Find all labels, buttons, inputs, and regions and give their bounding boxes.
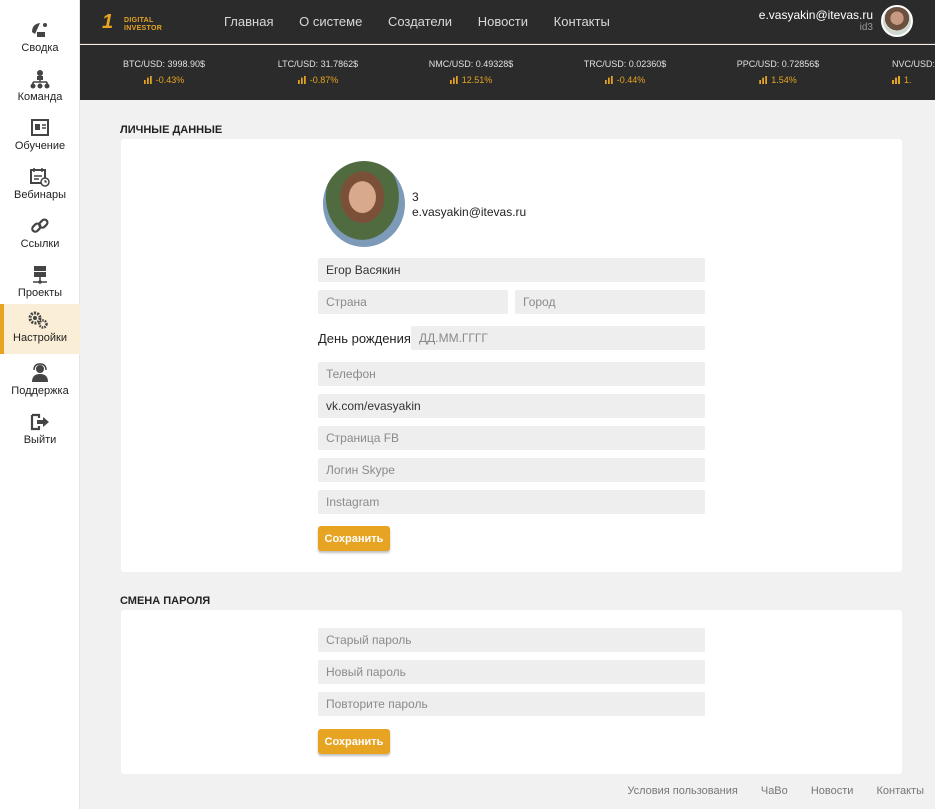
sidebar-item-label: Выйти [23, 434, 57, 446]
ticker-item: LTC/USD: 31.7862$ -0.87% [258, 59, 378, 85]
save-password-button[interactable]: Сохранить [318, 729, 390, 754]
old-password-field[interactable] [318, 628, 705, 652]
logo[interactable]: 1 DIGITAL INVESTOR [102, 11, 172, 37]
ticker-item: NMC/USD: 0.49328$ 12.51% [411, 59, 531, 85]
sidebar-item-label: Обучение [14, 140, 66, 152]
nav-home[interactable]: Главная [224, 14, 273, 29]
birthday-field[interactable] [411, 326, 705, 350]
user-email[interactable]: e.vasyakin@itevas.ru [759, 8, 873, 22]
sidebar-item-label: Сводка [21, 42, 59, 54]
ticker-change: 1.54% [718, 75, 838, 85]
nav-contacts[interactable]: Контакты [554, 14, 610, 29]
ticker-pair: LTC/USD: 31.7862$ [277, 59, 359, 69]
currency-ticker: BTC/USD: 3998.90$ -0.43% LTC/USD: 31.786… [80, 45, 935, 100]
sidebar-item-label: Настройки [13, 332, 67, 344]
support-agent-icon [32, 363, 48, 382]
ticker-change: -0.87% [258, 75, 378, 85]
bar-chart-icon [143, 76, 152, 84]
facebook-field[interactable] [318, 426, 705, 450]
ticker-item: PPC/USD: 0.72856$ 1.54% [718, 59, 838, 85]
ticker-pair: NMC/USD: 0.49328$ [428, 59, 514, 69]
sidebar-item-support[interactable]: Поддержка [0, 357, 80, 405]
skype-field[interactable] [318, 458, 705, 482]
ticker-pair: BTC/USD: 3998.90$ [122, 59, 206, 69]
profile-id: 3 [412, 190, 419, 204]
vk-field[interactable] [318, 394, 705, 418]
sidebar-item-label: Поддержка [11, 385, 69, 397]
user-id: id3 [859, 22, 873, 33]
logo-mark-icon: 1 [102, 11, 114, 33]
ticker-pair: NVC/USD: 4 [892, 59, 935, 69]
top-header: 1 DIGITAL INVESTOR Главная О системе Соз… [80, 0, 935, 44]
sidebar-item-projects[interactable]: Проекты [0, 259, 80, 307]
country-field[interactable] [318, 290, 508, 314]
logo-text-line1: DIGITAL [124, 17, 154, 24]
nav-news[interactable]: Новости [478, 14, 528, 29]
ticker-pair: PPC/USD: 0.72856$ [736, 59, 820, 69]
bar-chart-icon [892, 76, 900, 84]
footer-contacts-link[interactable]: Контакты [876, 785, 924, 797]
footer-terms-link[interactable]: Условия пользования [627, 785, 737, 797]
logout-icon [30, 413, 49, 431]
ticker-pair: TRC/USD: 0.02360$ [583, 59, 667, 69]
satellite-dish-icon [32, 23, 47, 37]
sidebar-item-label: Проекты [17, 287, 63, 299]
network-server-icon [33, 266, 47, 284]
footer-faq-link[interactable]: ЧаВо [761, 785, 788, 797]
sidebar-item-team[interactable]: Команда [0, 63, 80, 111]
sidebar-item-summary[interactable]: Сводка [0, 14, 80, 62]
footer-links: Условия пользования ЧаВо Новости Контакт… [607, 785, 924, 797]
section-title-personal: ЛИЧНЫЕ ДАННЫЕ [120, 124, 223, 136]
sidebar-item-webinars[interactable]: Вебинары [0, 161, 80, 209]
ticker-item: BTC/USD: 3998.90$ -0.43% [104, 59, 224, 85]
ticker-change: 1. [892, 75, 935, 85]
bar-chart-icon [604, 76, 613, 84]
ticker-change: -0.43% [104, 75, 224, 85]
sidebar-item-education[interactable]: Обучение [0, 112, 80, 160]
repeat-password-field[interactable] [318, 692, 705, 716]
avatar[interactable] [881, 5, 913, 37]
bar-chart-icon [449, 76, 458, 84]
gears-icon [28, 311, 48, 329]
save-profile-button[interactable]: Сохранить [318, 526, 390, 551]
bar-chart-icon [297, 76, 306, 84]
profile-email: e.vasyakin@itevas.ru [412, 205, 527, 219]
sidebar-item-settings[interactable]: Настройки [0, 304, 80, 354]
sidebar-item-label: Команда [17, 91, 63, 103]
main-nav: Главная О системе Создатели Новости Конт… [224, 14, 632, 29]
video-lesson-icon [31, 119, 49, 136]
full-name-field[interactable] [318, 258, 705, 282]
logo-text-line2: INVESTOR [124, 25, 163, 32]
section-title-password: СМЕНА ПАРОЛЯ [120, 595, 211, 607]
city-field[interactable] [515, 290, 705, 314]
sidebar-item-logout[interactable]: Выйти [0, 406, 80, 454]
birthday-label: День рождения [318, 331, 411, 346]
ticker-change: 12.51% [411, 75, 531, 85]
link-icon [31, 218, 49, 233]
sidebar-item-label: Вебинары [14, 189, 66, 201]
calendar-clock-icon [30, 168, 50, 187]
bar-chart-icon [759, 76, 768, 84]
sidebar-item-label: Ссылки [20, 238, 60, 250]
nav-creators[interactable]: Создатели [388, 14, 452, 29]
ticker-item: NVC/USD: 4 1. [870, 59, 935, 85]
nav-about[interactable]: О системе [299, 14, 362, 29]
sidebar: Сводка Команда Обучение Вебинары Ссылки … [0, 0, 80, 809]
ticker-change: -0.44% [565, 75, 685, 85]
sidebar-item-links[interactable]: Ссылки [0, 210, 80, 258]
new-password-field[interactable] [318, 660, 705, 684]
footer-news-link[interactable]: Новости [811, 785, 854, 797]
team-hierarchy-icon [30, 70, 50, 89]
phone-field[interactable] [318, 362, 705, 386]
ticker-item: TRC/USD: 0.02360$ -0.44% [565, 59, 685, 85]
profile-photo[interactable] [323, 161, 405, 247]
instagram-field[interactable] [318, 490, 705, 514]
